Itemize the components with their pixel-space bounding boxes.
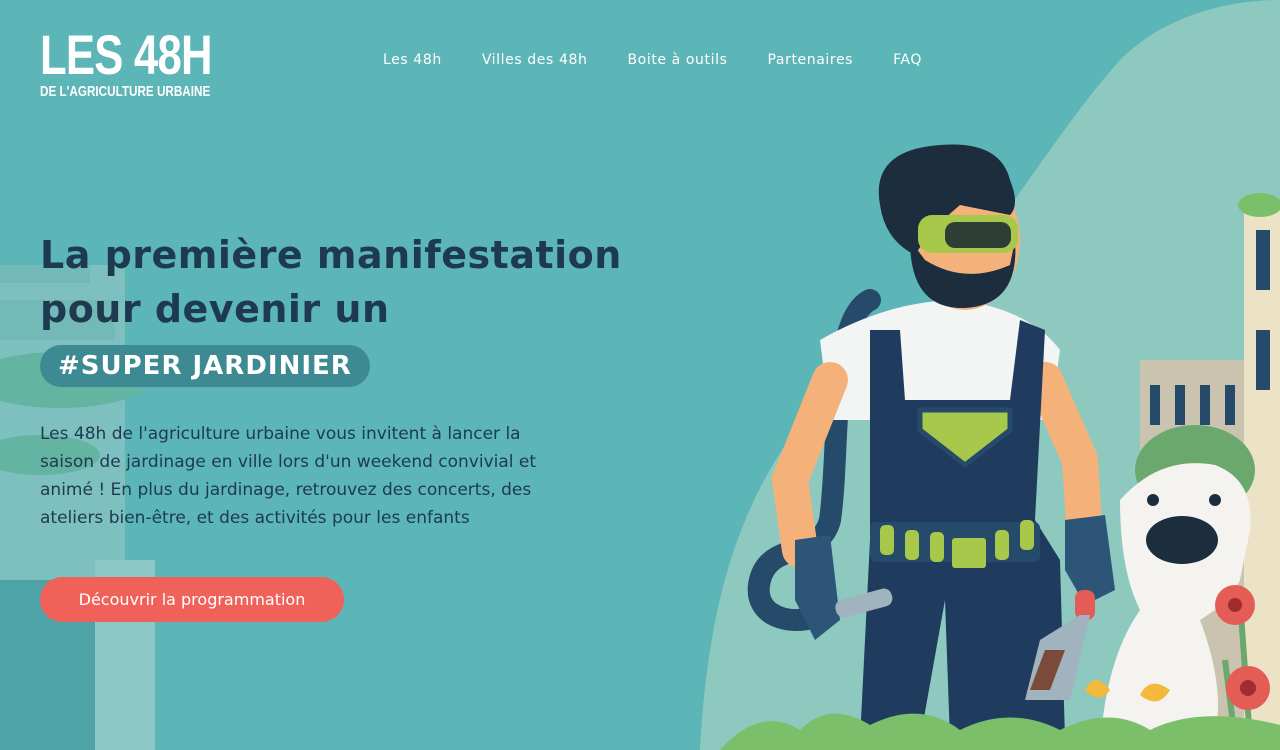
site-logo[interactable]: LES 48H DE L'AGRICULTURE URBAINE [40,23,260,100]
nav-item-partenaires[interactable]: Partenaires [768,52,854,68]
hero-title: La première manifestation pour devenir u… [40,228,622,336]
super-jardinier-badge: #SUPER JARDINIER [40,345,370,387]
nav-item-boite-a-outils[interactable]: Boite à outils [627,52,727,68]
nav-item-villes[interactable]: Villes des 48h [482,52,588,68]
hero-title-line-1: La première manifestation [40,233,622,277]
discover-program-button[interactable]: Découvrir la programmation [40,577,344,622]
hero-title-line-2: pour devenir un [40,287,390,331]
logo-title: LES 48H [40,23,213,86]
logo-subtitle: DE L'AGRICULTURE URBAINE [40,83,211,100]
main-nav: Les 48h Villes des 48h Boite à outils Pa… [383,52,922,68]
nav-item-faq[interactable]: FAQ [893,52,922,68]
hero-description: Les 48h de l'agriculture urbaine vous in… [40,424,537,528]
nav-item-les-48h[interactable]: Les 48h [383,52,442,68]
